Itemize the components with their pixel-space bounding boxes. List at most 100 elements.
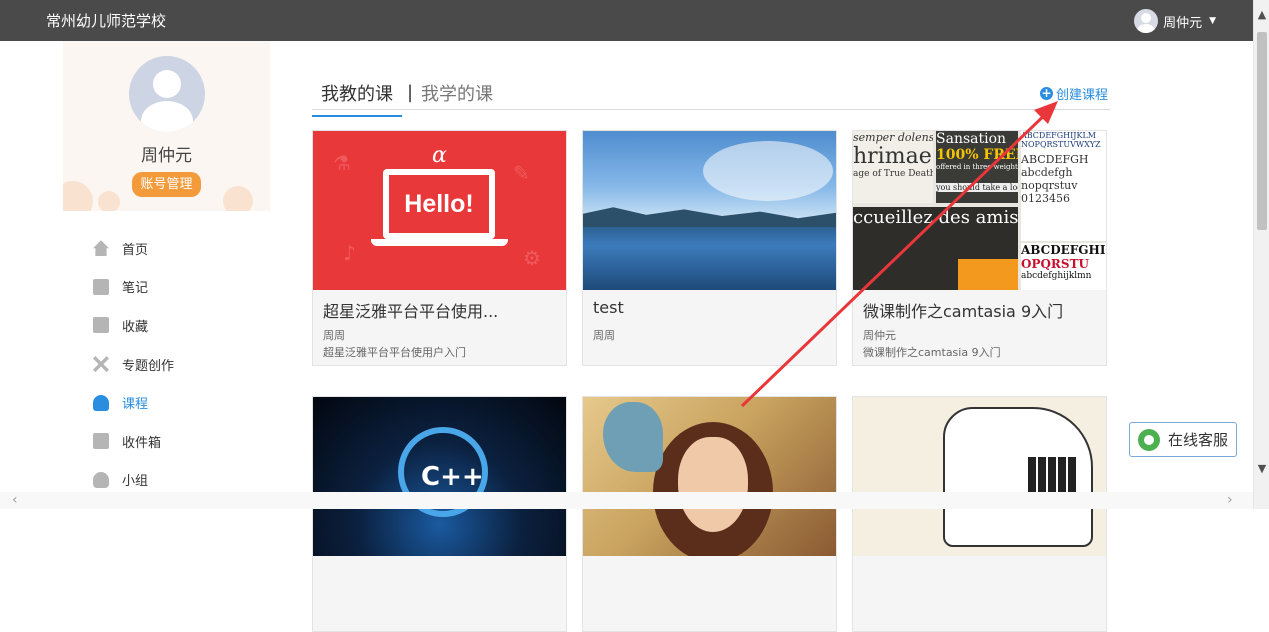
font-sample-block: ABCDEFGHIJKLM NOPQRSTUVWXYZ ABCDEFGH abc… (1021, 131, 1106, 241)
note-icon (93, 278, 109, 295)
font-sample-block: ccueillez des amis (853, 207, 1018, 290)
sidebar-item-label: 收件箱 (122, 435, 162, 451)
plus-circle-icon: + (1039, 86, 1053, 100)
font-sample-block: ABCDEFGHI OPQRSTU abcdefghijklmn (1021, 243, 1106, 290)
profile-avatar[interactable] (129, 56, 205, 132)
course-author: 周仲元 (863, 329, 896, 342)
profile-card: 周仲元 账号管理 (63, 41, 270, 211)
create-course-label: 创建课程 (1055, 88, 1108, 103)
sidebar-item-label: 小组 (122, 474, 149, 490)
tools-icon (93, 356, 109, 373)
scroll-right-icon[interactable]: › (1227, 492, 1233, 508)
course-thumbnail (853, 397, 1106, 556)
decoration: ✎ (513, 161, 530, 185)
scroll-down-icon[interactable]: ▼ (1254, 462, 1269, 475)
course-description: 微课制作之camtasia 9入门 (863, 346, 1001, 359)
piano-keys (1028, 457, 1076, 492)
font-sample-text: abcdefghijklmn (1021, 271, 1092, 281)
sidebar-item-label: 收藏 (122, 319, 149, 335)
scroll-up-icon[interactable]: ▲ (1254, 8, 1269, 21)
sidebar-item-label: 课程 (122, 397, 149, 413)
decoration: ⚙ (523, 246, 541, 270)
course-thumbnail: semper dolens hrimae age of True Death S… (853, 131, 1106, 290)
sidebar-item-topic-creation[interactable]: 专题创作 (63, 345, 270, 384)
hello-text: Hello! (389, 175, 489, 233)
font-sample-block: Sansation 100% FREE offered in three wei… (936, 131, 1018, 203)
laptop-base (371, 239, 508, 246)
font-sample-text: NOPQRSTUVWXYZ (1021, 140, 1101, 149)
user-menu[interactable]: 周仲元 ▼ (1134, 8, 1216, 34)
account-manage-button[interactable]: 账号管理 (132, 172, 201, 197)
decoration: ⚗ (333, 151, 351, 175)
headset-icon (1138, 428, 1160, 451)
sidebar-item-home[interactable]: 首页 (63, 229, 270, 268)
sidebar-item-label: 专题创作 (122, 358, 175, 374)
scroll-thumb[interactable] (1257, 32, 1267, 230)
font-sample-text: abcdefgh (1021, 166, 1073, 179)
sidebar-item-label: 首页 (122, 242, 149, 258)
main-content: 我教的课 | 我学的课 + 创建课程 ⚗ ✎ ♪ ⚙ α Hello! 超星泛雅… (312, 70, 1110, 632)
cloud (703, 141, 833, 201)
course-thumbnail (583, 397, 836, 556)
color-swatch (958, 259, 1018, 290)
online-support-label: 在线客服 (1168, 431, 1229, 449)
font-sample-text: ABCDEFGHI (1021, 243, 1106, 257)
sidebar-item-inbox[interactable]: 收件箱 (63, 422, 270, 461)
vertical-scrollbar[interactable]: ▲ ▼ (1253, 0, 1269, 509)
font-sample-text: OPQRSTU (1021, 257, 1089, 271)
scroll-left-icon[interactable]: ‹ (12, 492, 18, 508)
course-card[interactable]: ⚗ ✎ ♪ ⚙ α Hello! 超星泛雅平台平台使用... 周周 超星泛雅平台… (312, 130, 567, 366)
course-title: 微课制作之camtasia 9入门 (863, 302, 1064, 321)
tab-separator: | (407, 82, 414, 103)
decoration (98, 191, 120, 211)
inbox-icon (93, 433, 109, 450)
font-sample-text: 0123456 (1021, 192, 1070, 205)
tab-teaching-courses[interactable]: 我教的课 (312, 80, 402, 117)
course-card[interactable]: semper dolens hrimae age of True Death S… (852, 130, 1107, 366)
course-card[interactable]: test 周周 (582, 130, 837, 366)
mountains (583, 207, 836, 227)
sidebar-item-label: 笔记 (122, 281, 149, 297)
profile-name: 周仲元 (141, 146, 192, 166)
course-tabs: 我教的课 | 我学的课 + 创建课程 (312, 70, 1110, 117)
user-avatar-icon (1134, 9, 1159, 33)
font-sample-text: ABCDEFGHIJKLM (1021, 131, 1096, 140)
decoration (223, 186, 253, 211)
bookmark-icon (93, 317, 109, 334)
create-course-button[interactable]: + 创建课程 (1039, 84, 1108, 103)
decoration: ♪ (343, 241, 356, 265)
course-card[interactable] (582, 396, 837, 632)
sidebar-nav: 首页 笔记 收藏 专题创作 课程 收件箱 小组 (63, 229, 270, 499)
sidebar-item-favorites[interactable]: 收藏 (63, 306, 270, 345)
course-thumbnail (583, 131, 836, 290)
font-sample-text: offered in three weights (936, 163, 1018, 171)
decoration (63, 181, 93, 211)
course-thumbnail: C++ (313, 397, 566, 556)
course-title: 超星泛雅平台平台使用... (323, 302, 499, 321)
chevron-down-icon: ▼ (1209, 16, 1216, 26)
font-sample-text: ccueillez des amis (853, 207, 1018, 228)
online-support-button[interactable]: 在线客服 (1129, 422, 1237, 457)
course-author: 周周 (323, 329, 345, 342)
font-sample-text: age of True Death (853, 169, 933, 179)
font-sample-text: nopqrstuv (1021, 179, 1078, 192)
home-icon (93, 240, 109, 257)
laptop-icon: Hello! (383, 169, 495, 239)
school-name[interactable]: 常州幼儿师范学校 (46, 10, 166, 31)
course-card[interactable] (852, 396, 1107, 632)
font-sample-text: you should take a look (936, 183, 1018, 192)
tab-learning-courses[interactable]: 我学的课 (421, 80, 493, 106)
font-sample-text: 100% FREE (936, 147, 1018, 163)
course-thumbnail: ⚗ ✎ ♪ ⚙ α Hello! (313, 131, 566, 290)
font-sample-text: hrimae (853, 144, 932, 169)
sidebar-item-courses[interactable]: 课程 (63, 383, 270, 422)
face (678, 437, 748, 532)
sidebar-item-notes[interactable]: 笔记 (63, 268, 270, 307)
horizontal-scrollbar[interactable]: ‹ › (0, 492, 1253, 509)
course-title: test (593, 298, 624, 317)
bird (603, 402, 663, 472)
font-sample-text: semper dolens (853, 131, 933, 144)
course-icon (93, 394, 109, 411)
font-sample-text: ABCDEFGH (1021, 153, 1089, 166)
course-card[interactable]: C++ (312, 396, 567, 632)
